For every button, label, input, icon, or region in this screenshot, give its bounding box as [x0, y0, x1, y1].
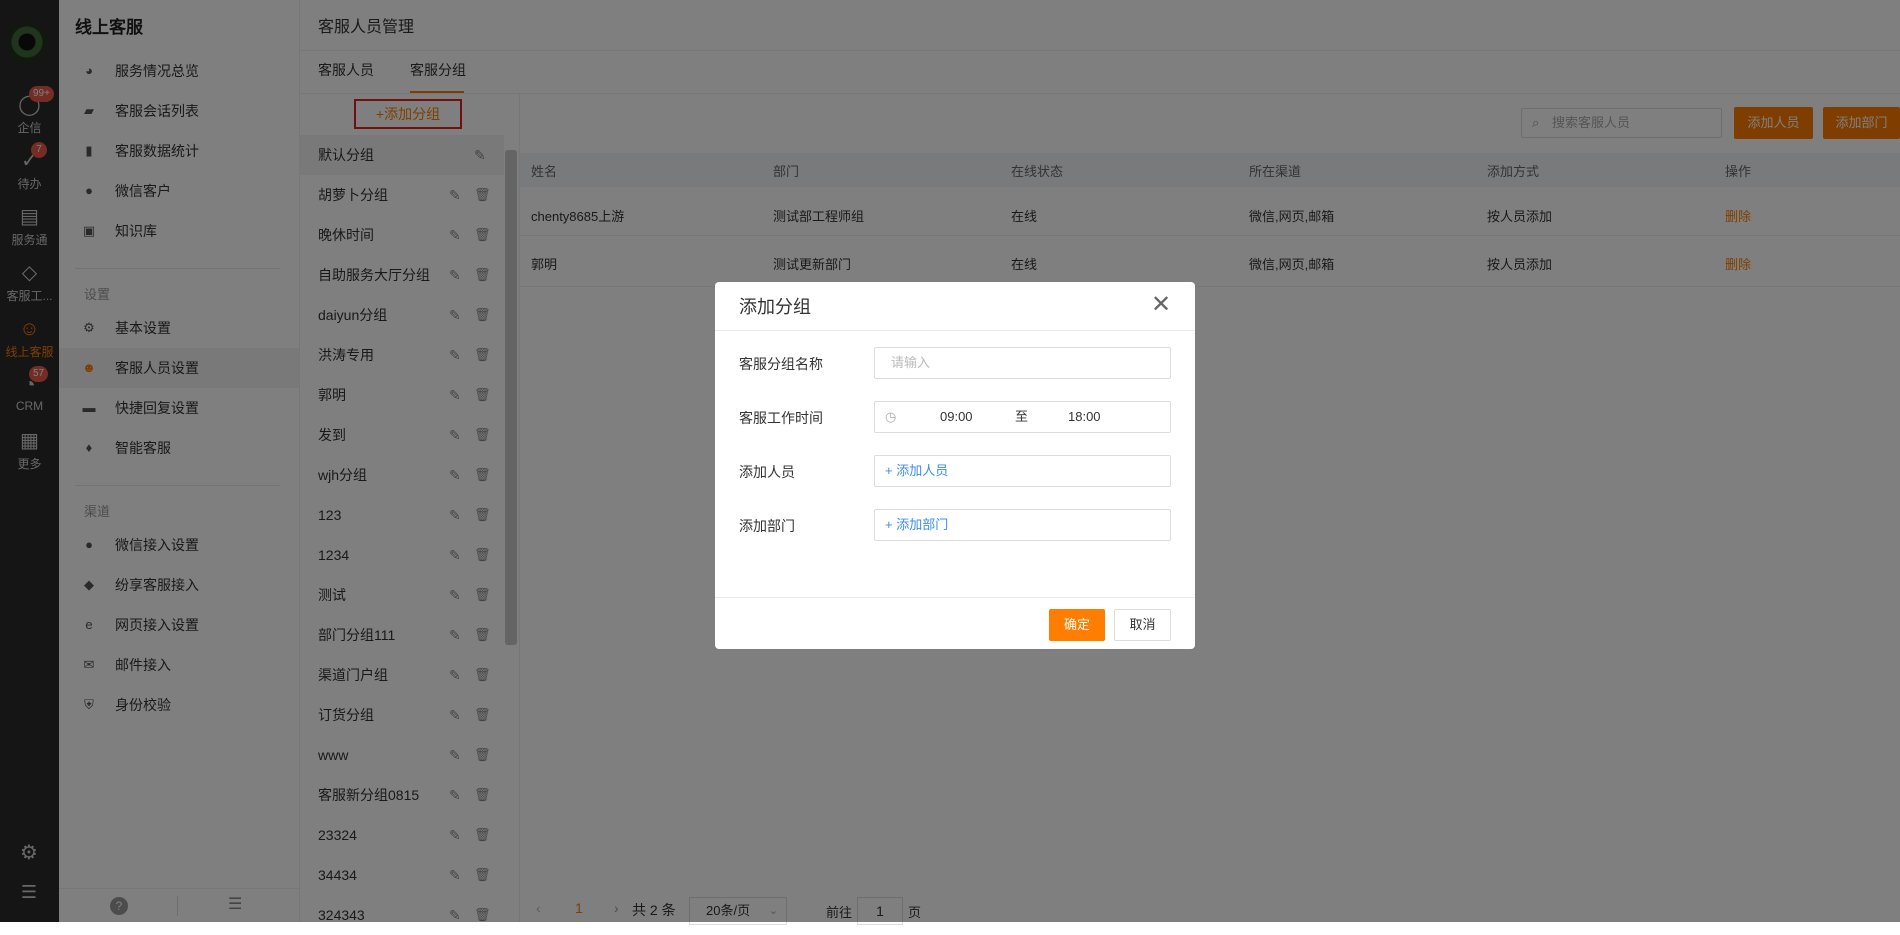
dialog-footer-divider [715, 597, 1195, 598]
clock-icon: ◷ [885, 409, 897, 424]
start-time-value[interactable]: 09:00 [940, 402, 973, 432]
end-time-value[interactable]: 18:00 [1068, 402, 1101, 432]
add-dept-link[interactable]: + 添加部门 [885, 510, 948, 540]
cancel-button[interactable]: 取消 [1114, 609, 1171, 641]
group-name-input[interactable]: 请输入 [874, 347, 1171, 379]
add-member-field: + 添加人员 [874, 455, 1171, 487]
close-icon[interactable]: ✕ [1151, 291, 1171, 319]
work-time-range-picker[interactable]: ◷ 09:00 至 18:00 [874, 401, 1171, 433]
time-range-separator: 至 [1015, 409, 1029, 424]
add-member-label: 添加人员 [739, 464, 795, 480]
add-member-link[interactable]: + 添加人员 [885, 456, 948, 486]
dialog-header-divider [715, 330, 1195, 331]
dialog-title: 添加分组 [739, 297, 811, 317]
add-dept-field: + 添加部门 [874, 509, 1171, 541]
add-dept-label: 添加部门 [739, 518, 795, 534]
confirm-button[interactable]: 确定 [1049, 609, 1105, 641]
work-time-label: 客服工作时间 [739, 410, 823, 426]
group-name-label: 客服分组名称 [739, 356, 823, 372]
